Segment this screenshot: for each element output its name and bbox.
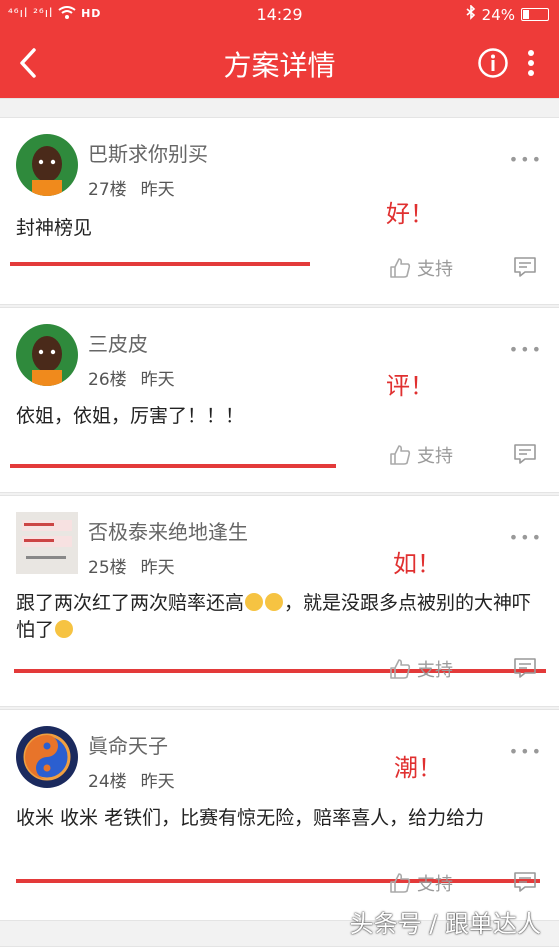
- comment-time: 昨天: [140, 772, 175, 792]
- comment-content: 封神榜见: [16, 217, 93, 239]
- red-underline: [16, 879, 540, 883]
- comment-icon: [514, 872, 536, 892]
- avatar[interactable]: [16, 726, 78, 788]
- comment-icon: [514, 658, 536, 678]
- battery-percent: 24%: [481, 5, 515, 24]
- username[interactable]: 否极泰来绝地逢生: [88, 516, 248, 545]
- more-options-button[interactable]: •••: [509, 150, 543, 169]
- reply-button[interactable]: [513, 443, 537, 465]
- support-button[interactable]: 支持: [389, 255, 453, 281]
- comment-card: 眞命天子 24楼 昨天 ••• 潮！ 收米 收米 老铁们，比赛有惊无险，赔率喜人，…: [0, 710, 559, 920]
- username[interactable]: 巴斯求你别买: [88, 138, 208, 167]
- floor-number: 25楼: [88, 558, 127, 578]
- more-options-button[interactable]: •••: [509, 742, 543, 761]
- watermark: 头条号 / 跟单达人: [349, 910, 541, 938]
- page-title: 方案详情: [223, 49, 336, 82]
- comment-text: 跟了两次红了两次赔率还高: [16, 592, 245, 614]
- red-underline: [10, 464, 336, 468]
- comment-meta: 26楼 昨天: [88, 365, 175, 390]
- reply-button[interactable]: [513, 657, 537, 679]
- comment-time: 昨天: [140, 558, 175, 578]
- comment-content: 跟了两次红了两次赔率还高 ，就是没跟多点被别的大神吓怕了: [16, 590, 546, 644]
- more-options-button[interactable]: •••: [509, 528, 543, 547]
- username[interactable]: 眞命天子: [88, 730, 168, 759]
- laugh-emoji-icon: [55, 620, 74, 638]
- comment-card: 否极泰来绝地逢生 25楼 昨天 ••• 如！ 跟了两次红了两次赔率还高 ，就是没跟多…: [0, 496, 559, 706]
- nav-bar: 方案详情: [0, 30, 559, 98]
- battery-icon: [521, 8, 549, 21]
- app-header: ⁴⁶ıl ²⁶ıl HD 14:29 24% 方案详情: [0, 0, 559, 98]
- grin-emoji-icon: [265, 593, 284, 611]
- comment-time: 昨天: [140, 370, 175, 390]
- comment-content: 收米 收米 老铁们，比赛有惊无险，赔率喜人，给力给力: [16, 807, 485, 829]
- info-button[interactable]: [477, 47, 509, 79]
- reply-button[interactable]: [513, 871, 537, 893]
- more-options-button[interactable]: •••: [509, 340, 543, 359]
- separator: [0, 98, 559, 118]
- bluetooth-icon: [466, 4, 476, 24]
- floor-number: 27楼: [88, 180, 127, 200]
- comment-card: 巴斯求你别买 27楼 昨天 ••• 好！ 封神榜见 支持: [0, 118, 559, 304]
- more-button[interactable]: [524, 47, 538, 79]
- support-label: 支持: [417, 874, 453, 895]
- reply-button[interactable]: [513, 256, 537, 278]
- comment-content: 依姐，依姐，厉害了！！！: [16, 405, 245, 427]
- handwritten-note: 潮！: [394, 754, 442, 782]
- battery-indicator: 24%: [466, 4, 549, 24]
- comment-meta: 24楼 昨天: [88, 767, 175, 792]
- avatar[interactable]: [16, 324, 78, 386]
- avatar[interactable]: [16, 512, 78, 574]
- comment-icon: [514, 444, 536, 464]
- more-vertical-icon: [528, 50, 534, 76]
- grin-emoji-icon: [245, 593, 264, 611]
- comment-time: 昨天: [140, 180, 175, 200]
- support-label: 支持: [417, 660, 453, 681]
- comment-meta: 25楼 昨天: [88, 553, 175, 578]
- comment-card: 三皮皮 26楼 昨天 ••• 评！ 依姐，依姐，厉害了！！！ 支持: [0, 308, 559, 492]
- handwritten-note: 评！: [386, 372, 434, 400]
- avatar[interactable]: [16, 134, 78, 196]
- info-icon: [478, 48, 508, 78]
- comment-meta: 27楼 昨天: [88, 175, 175, 200]
- username[interactable]: 三皮皮: [88, 328, 148, 357]
- support-button[interactable]: 支持: [389, 656, 453, 682]
- floor-number: 24楼: [88, 772, 127, 792]
- support-button[interactable]: 支持: [389, 870, 453, 896]
- red-underline: [10, 262, 310, 266]
- thumbs-up-icon: [390, 659, 411, 679]
- support-label: 支持: [417, 446, 453, 467]
- comment-icon: [514, 257, 536, 277]
- thumbs-up-icon: [390, 873, 411, 893]
- thumbs-up-icon: [390, 445, 411, 465]
- red-underline: [14, 669, 546, 673]
- support-label: 支持: [417, 259, 453, 280]
- handwritten-note: 如！: [393, 550, 441, 578]
- support-button[interactable]: 支持: [389, 442, 453, 468]
- status-bar: ⁴⁶ıl ²⁶ıl HD 14:29 24%: [0, 0, 559, 30]
- floor-number: 26楼: [88, 370, 127, 390]
- thumbs-up-icon: [390, 258, 411, 278]
